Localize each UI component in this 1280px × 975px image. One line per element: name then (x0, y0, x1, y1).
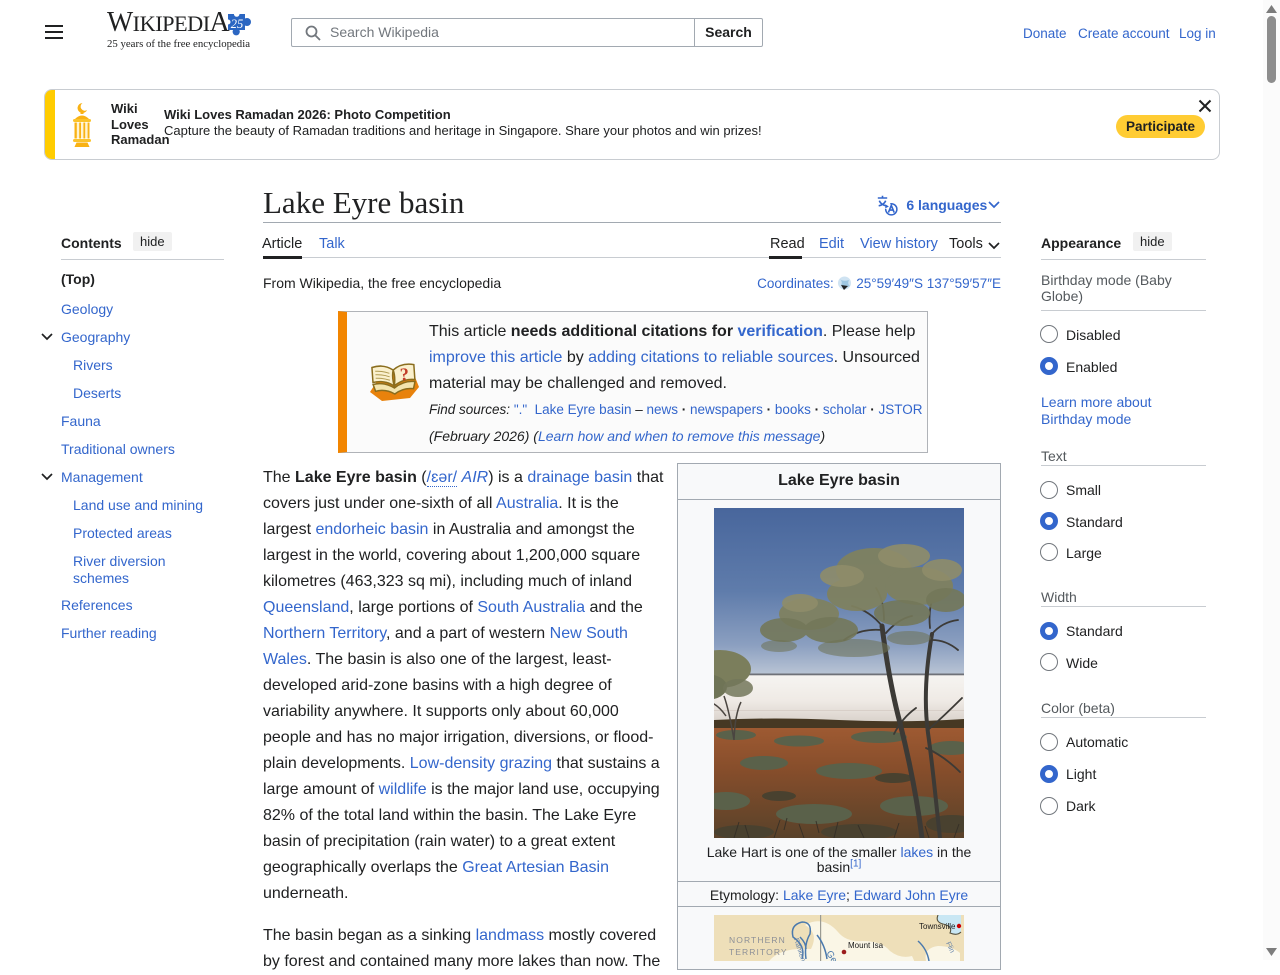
svg-text:TERRITORY: TERRITORY (729, 947, 788, 957)
svg-text:25: 25 (231, 17, 244, 31)
svg-text:?: ? (399, 364, 409, 385)
svg-text:NORTHERN: NORTHERN (729, 935, 786, 945)
svg-text:Mount Isa: Mount Isa (848, 941, 884, 950)
svg-text:Townsville: Townsville (919, 922, 956, 931)
